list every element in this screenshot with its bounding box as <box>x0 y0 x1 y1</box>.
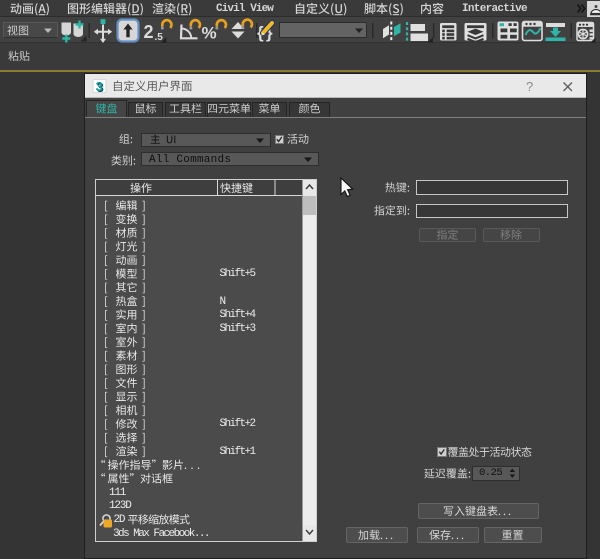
svg-text:3: 3 <box>96 79 103 94</box>
svg-text:.5: .5 <box>155 32 164 43</box>
svg-text:2: 2 <box>144 22 154 42</box>
svg-text:%: % <box>202 24 217 43</box>
